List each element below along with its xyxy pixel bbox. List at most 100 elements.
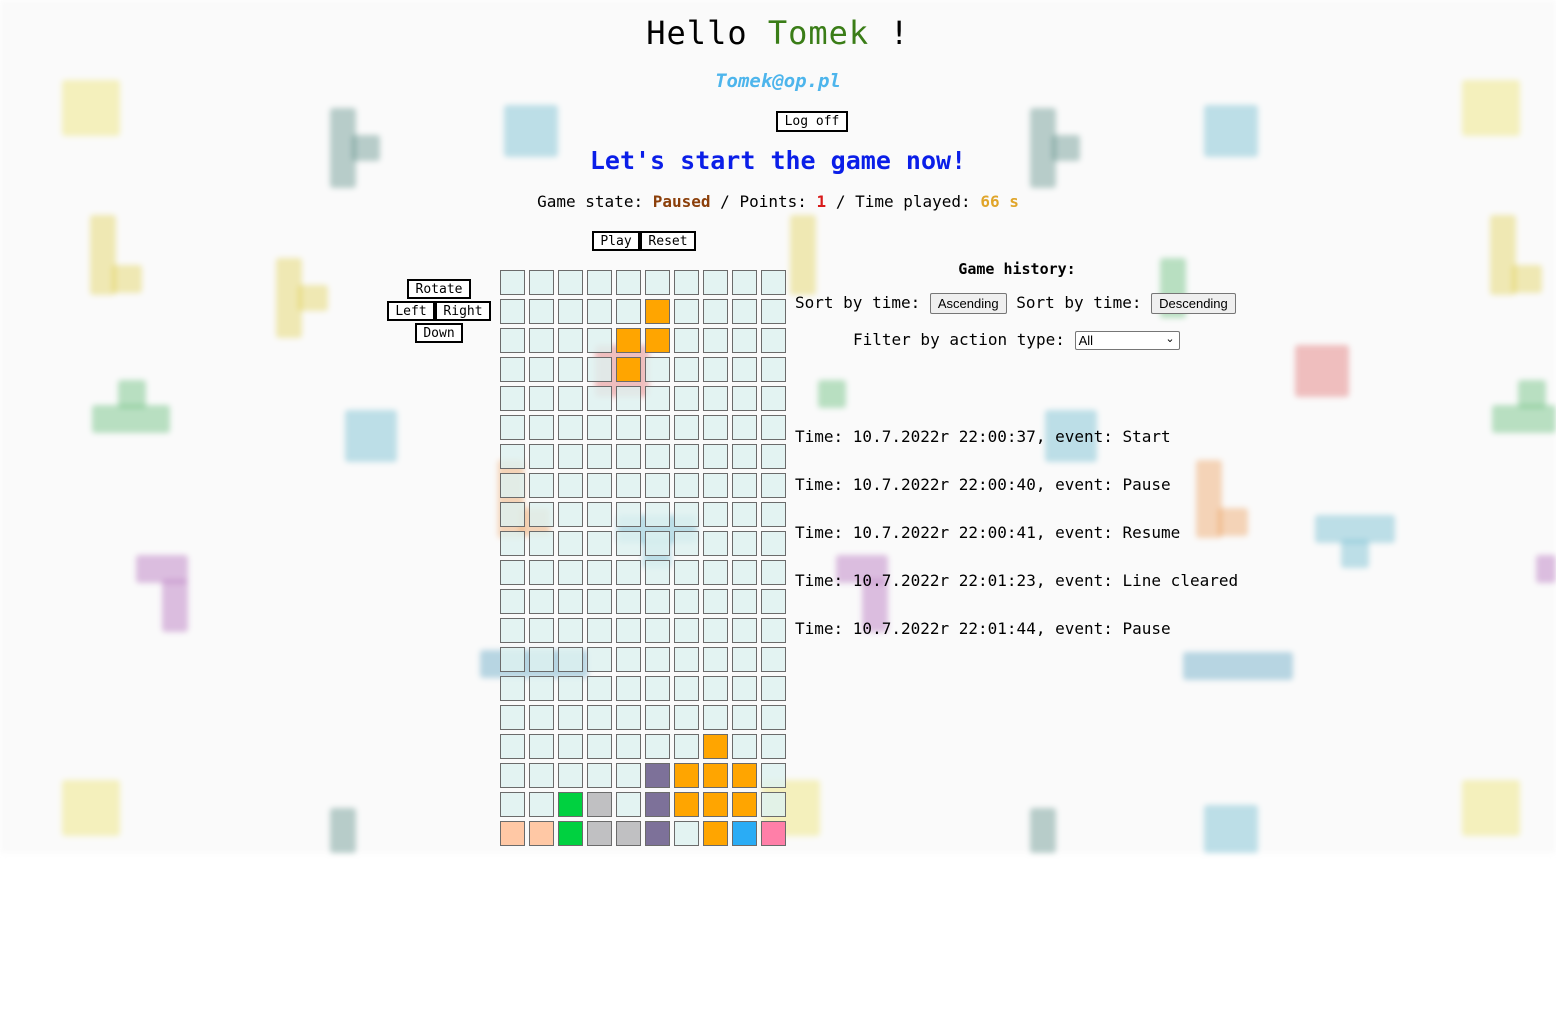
time-label: Time played: [855,192,971,211]
board-cell [529,502,554,527]
board-cell [674,560,699,585]
board-cell [645,473,670,498]
board-cell [500,444,525,469]
board-cell [645,676,670,701]
board-cell [587,821,612,846]
board-cell [500,502,525,527]
board-cell [616,647,641,672]
board-cell [558,531,583,556]
board-cell [500,270,525,295]
board-cell [529,618,554,643]
board-cell [732,705,757,730]
board-cell [616,705,641,730]
board-cell [761,647,786,672]
board-cell [500,328,525,353]
board-cell [703,270,728,295]
board-cell [587,618,612,643]
board-cell [703,792,728,817]
history-event: Time: 10.7.2022r 22:01:44, event: Pause [795,619,1171,638]
logoff-button[interactable]: Log off [776,111,848,132]
board-cell [645,734,670,759]
board-cell [616,734,641,759]
board-cell [645,270,670,295]
down-button[interactable]: Down [415,323,463,343]
board-cell [674,647,699,672]
board-cell [587,676,612,701]
board-cell [645,386,670,411]
reset-button[interactable]: Reset [640,231,696,251]
board-cell [674,589,699,614]
board-cell [703,763,728,788]
board-cell [587,502,612,527]
board-cell [645,821,670,846]
sort-label: Sort by time: [795,293,921,312]
filter-label: Filter by action type: [853,330,1065,349]
board-cell [732,328,757,353]
board-cell [529,357,554,382]
board-cell [674,299,699,324]
sort-controls: Sort by time: Ascending Sort by time: De… [795,293,1236,314]
board-cell [761,299,786,324]
left-button[interactable]: Left [387,301,435,321]
board-cell [732,473,757,498]
board-cell [616,531,641,556]
board-cell [529,328,554,353]
right-button[interactable]: Right [435,301,491,321]
board-cell [674,618,699,643]
game-status-bar: Game state: Paused / Points: 1 / Time pl… [0,192,1556,211]
board-cell [558,473,583,498]
time-value: 66 s [980,192,1019,211]
board-cell [645,357,670,382]
greeting-title: Hello Tomek ! [0,14,1556,52]
board-cell [674,473,699,498]
board-cell [761,444,786,469]
board-cell [703,618,728,643]
board-cell [500,705,525,730]
board-cell [616,299,641,324]
board-cell [500,589,525,614]
board-cell [674,763,699,788]
board-cell [703,821,728,846]
board-cell [529,821,554,846]
board-cell [558,357,583,382]
board-cell [529,647,554,672]
sort-descending-button[interactable]: Descending [1151,293,1236,314]
board-cell [703,734,728,759]
board-cell [645,502,670,527]
rotate-button[interactable]: Rotate [407,279,471,299]
board-cell [616,357,641,382]
board-cell [558,386,583,411]
board-cell [645,705,670,730]
board-cell [732,792,757,817]
play-button[interactable]: Play [592,231,640,251]
board-cell [529,560,554,585]
board-cell [616,618,641,643]
board-cell [703,357,728,382]
board-cell [761,821,786,846]
board-cell [587,589,612,614]
board-cell [616,821,641,846]
board-cell [732,734,757,759]
board-cell [587,270,612,295]
board-cell [558,676,583,701]
history-title: Game history: [958,260,1076,278]
board-cell [674,415,699,440]
board-cell [674,792,699,817]
board-cell [674,705,699,730]
history-event: Time: 10.7.2022r 22:00:41, event: Resume [795,523,1181,542]
board-cell [732,299,757,324]
board-cell [761,676,786,701]
board-cell [558,270,583,295]
sort-ascending-button[interactable]: Ascending [929,293,1007,314]
board-cell [558,589,583,614]
board-cell [558,415,583,440]
board-cell [558,328,583,353]
board-cell [529,763,554,788]
status-separator: / [835,192,846,211]
board-cell [674,444,699,469]
action-type-select[interactable]: All ⌄ [1074,331,1180,350]
start-message: Let's start the game now! [589,146,967,175]
board-cell [616,502,641,527]
board-cell [587,299,612,324]
board-cell [587,328,612,353]
